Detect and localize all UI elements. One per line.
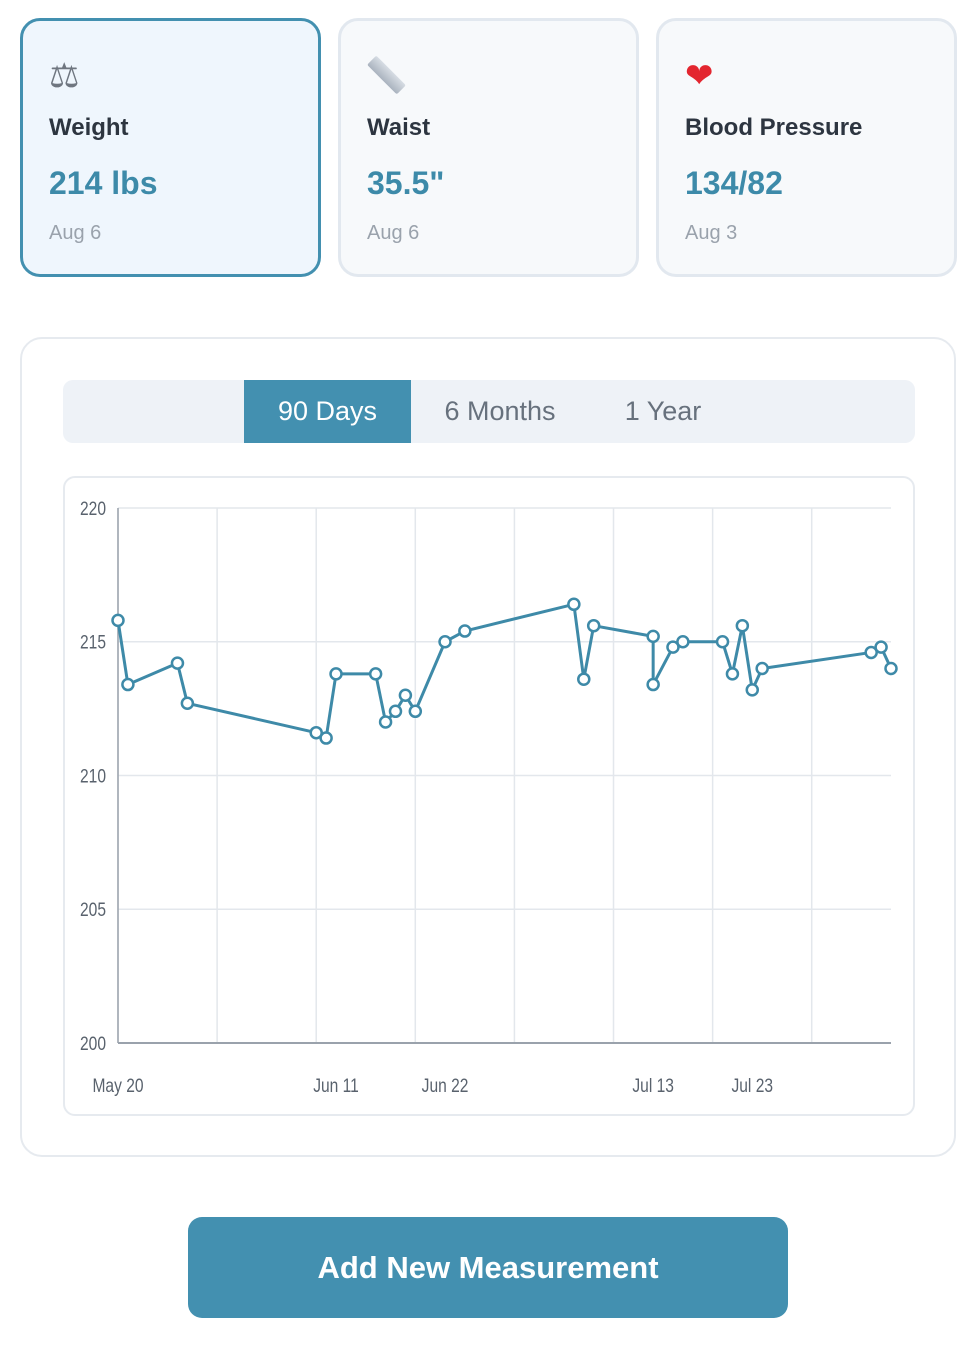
- chart-svg: 200 205 210 215 220 May 20 Jun 11 Jun 22 Jul 13 J…: [80, 498, 898, 1097]
- data-point: [458, 624, 472, 638]
- y-tick-label: 220: [80, 498, 106, 520]
- card-name: Blood Pressure: [685, 114, 863, 141]
- series-line: [116, 602, 893, 740]
- data-point: [398, 688, 413, 702]
- y-tick-label: 210: [80, 765, 106, 787]
- data-point: [676, 635, 690, 649]
- y-tick-label: 205: [80, 899, 106, 921]
- x-tick-label: Jul 23: [731, 1075, 773, 1097]
- data-point: [755, 661, 769, 676]
- blood-pressure-card[interactable]: ❤ Blood Pressure 134/82 Aug 3: [656, 18, 957, 277]
- card-date: Aug 6: [49, 222, 102, 244]
- y-tick-label: 200: [80, 1033, 106, 1055]
- data-point: [378, 715, 393, 729]
- weight-card[interactable]: ⚖ Weight 214 lbs Aug 6: [20, 18, 321, 277]
- tab-1-year[interactable]: 1 Year: [593, 380, 733, 443]
- x-tick-label: Jun 22: [422, 1075, 469, 1097]
- data-point: [121, 677, 135, 692]
- card-date: Aug 6: [367, 222, 420, 244]
- data-point: [567, 597, 581, 612]
- data-point: [646, 677, 660, 692]
- y-tick-label: 215: [80, 631, 106, 653]
- x-tick-label: May 20: [92, 1075, 143, 1097]
- tab-6-months[interactable]: 6 Months: [420, 380, 580, 443]
- chart-panel: 90 Days 6 Months 1 Year 200 205 210 215 220 M…: [20, 337, 956, 1157]
- data-point: [735, 618, 750, 633]
- data-point: [874, 640, 888, 654]
- data-point: [745, 683, 760, 697]
- card-name: Weight: [49, 114, 129, 141]
- card-value: 214 lbs: [49, 165, 158, 201]
- data-point: [884, 661, 898, 676]
- data-point: [111, 613, 125, 628]
- data-point: [319, 731, 333, 745]
- card-name: Waist: [367, 114, 431, 141]
- weight-chart: 200 205 210 215 220 May 20 Jun 11 Jun 22 Jul 13 J…: [63, 476, 915, 1116]
- range-tabs: 90 Days 6 Months 1 Year: [63, 380, 915, 443]
- x-tick-label: Jun 11: [313, 1075, 359, 1097]
- data-point: [170, 656, 185, 670]
- data-point: [180, 696, 195, 711]
- data-point: [725, 667, 740, 681]
- data-point: [408, 704, 423, 719]
- card-value: 35.5": [367, 165, 445, 201]
- card-value: 134/82: [685, 165, 783, 201]
- tab-90-days[interactable]: 90 Days: [244, 380, 411, 443]
- add-measurement-button[interactable]: Add New Measurement: [188, 1217, 788, 1318]
- waist-card[interactable]: Waist 35.5" Aug 6: [338, 18, 639, 277]
- data-point: [646, 629, 660, 644]
- data-point: [368, 667, 383, 681]
- data-point: [388, 704, 403, 719]
- data-point: [438, 635, 452, 649]
- x-tick-label: Jul 13: [632, 1075, 674, 1097]
- data-point: [715, 635, 730, 649]
- ruler-icon: [367, 55, 610, 96]
- scale-icon: ⚖: [49, 56, 80, 96]
- metric-cards: ⚖ Weight 214 lbs Aug 6 Waist 35.5" Aug 6…: [20, 18, 957, 277]
- card-date: Aug 3: [685, 222, 738, 244]
- data-point: [329, 667, 343, 681]
- data-point: [577, 672, 591, 686]
- heart-icon: ❤: [685, 56, 714, 96]
- data-point: [586, 618, 601, 633]
